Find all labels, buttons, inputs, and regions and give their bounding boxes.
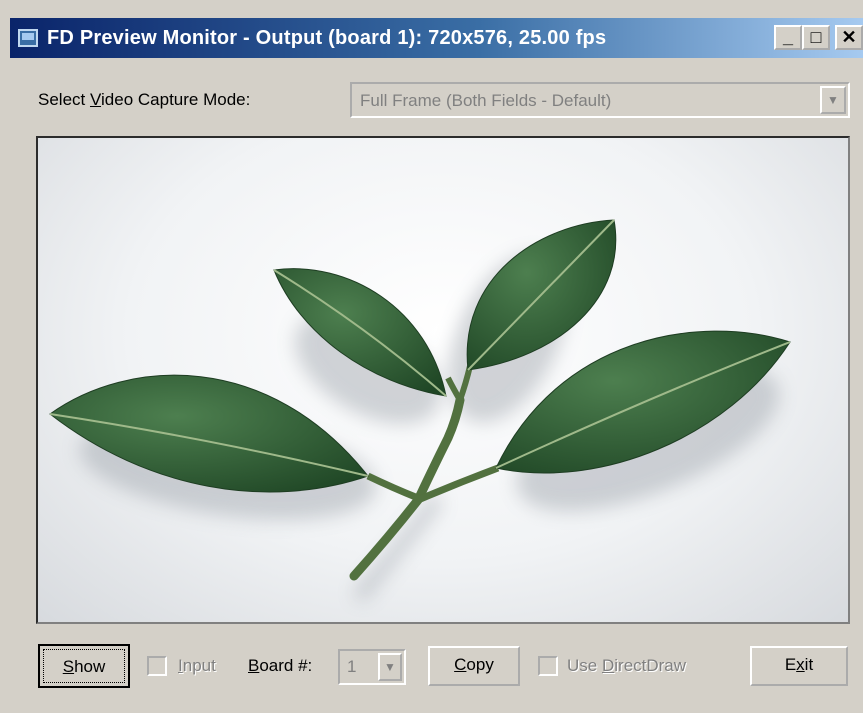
window-title: FD Preview Monitor - Output (board 1): 7…: [47, 26, 607, 49]
copy-button[interactable]: Copy: [428, 646, 520, 686]
board-value: 1: [347, 657, 357, 676]
input-label: Input: [178, 656, 216, 676]
show-button-focus: Show: [43, 649, 125, 683]
show-accel: S: [62, 657, 75, 676]
minimize-button[interactable]: _: [774, 25, 802, 50]
title-bar[interactable]: FD Preview Monitor - Output (board 1): 7…: [10, 18, 863, 58]
board-accel: B: [248, 656, 260, 675]
app-icon: [18, 29, 38, 47]
exit-accel: x: [796, 655, 805, 674]
chevron-down-icon[interactable]: ▼: [378, 653, 402, 681]
preview-monitor-window: FD Preview Monitor - Output (board 1): 7…: [0, 0, 863, 713]
directdraw-label: Use DirectDraw: [567, 656, 686, 676]
exit-rest: it: [804, 655, 814, 674]
capture-mode-label-text: Select: [38, 90, 90, 109]
chevron-down-icon[interactable]: ▼: [820, 86, 846, 114]
directdraw-checkbox[interactable]: [538, 656, 558, 676]
capture-mode-label-rest: ideo Capture Mode:: [101, 90, 251, 109]
capture-mode-value: Full Frame (Both Fields - Default): [360, 91, 612, 110]
show-label: how: [74, 657, 106, 676]
show-button[interactable]: Show: [38, 644, 130, 688]
board-select[interactable]: 1 ▼: [338, 649, 406, 685]
copy-label: opy: [466, 655, 494, 674]
directdraw-pre: Use: [567, 656, 602, 675]
capture-mode-label: Select Video Capture Mode:: [38, 90, 250, 110]
capture-mode-select[interactable]: Full Frame (Both Fields - Default) ▼: [350, 82, 850, 118]
board-label: Board #:: [248, 656, 312, 676]
input-label-rest: nput: [182, 656, 216, 675]
video-preview: [36, 136, 850, 624]
input-checkbox[interactable]: [147, 656, 167, 676]
close-button[interactable]: ✕: [835, 25, 863, 50]
exit-pre: E: [784, 655, 797, 674]
directdraw-rest: irectDraw: [614, 656, 687, 675]
exit-button[interactable]: Exit: [750, 646, 848, 686]
directdraw-accel: D: [601, 656, 615, 675]
capture-mode-accel: V: [89, 90, 102, 109]
board-label-rest: oard #:: [259, 656, 313, 675]
maximize-button[interactable]: □: [802, 25, 830, 50]
copy-accel: C: [454, 655, 467, 674]
leaves-image: [49, 219, 791, 603]
